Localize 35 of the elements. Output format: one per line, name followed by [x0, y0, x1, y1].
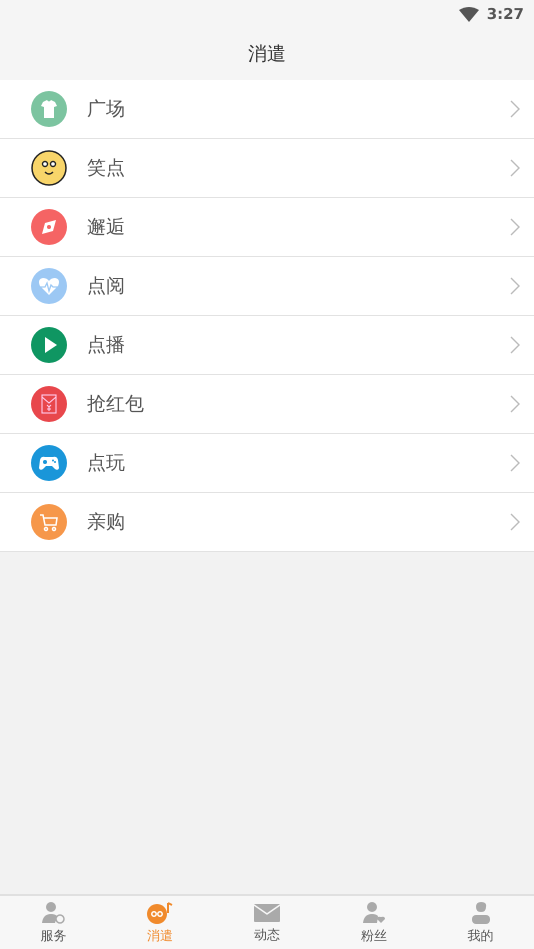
menu-item-label: 广场: [87, 97, 126, 122]
menu-item[interactable]: 点播: [0, 316, 534, 375]
user-heart-icon: [360, 900, 387, 924]
menu-item[interactable]: 笑点: [0, 139, 534, 198]
tab-item[interactable]: 粉丝: [320, 896, 428, 949]
menu-item[interactable]: 亲购: [0, 493, 534, 552]
tab-item[interactable]: 服务: [0, 896, 107, 949]
chevron-right-icon: [510, 336, 520, 354]
menu-item-label: 邂逅: [87, 215, 126, 240]
chevron-right-icon: [510, 395, 520, 413]
clock-time: 3:27: [486, 5, 524, 23]
menu-item-label: 亲购: [87, 510, 126, 535]
menu-item[interactable]: 抢红包: [0, 375, 534, 434]
menu-item[interactable]: 邂逅: [0, 198, 534, 257]
menu-item-label: 抢红包: [87, 392, 145, 417]
tab-item[interactable]: 动态: [214, 896, 320, 949]
chevron-right-icon: [510, 159, 520, 177]
page-title: 消遣: [248, 42, 286, 67]
chevron-right-icon: [510, 218, 520, 236]
menu-item[interactable]: 广场: [0, 80, 534, 139]
menu-item-label: 点阅: [87, 274, 126, 299]
chevron-right-icon: [510, 454, 520, 472]
menu-item-label: 点播: [87, 333, 126, 358]
tab-item[interactable]: 我的: [427, 896, 534, 949]
chevron-right-icon: [510, 100, 520, 118]
chevron-right-icon: [510, 513, 520, 531]
chevron-right-icon: [510, 277, 520, 295]
mail-icon: [252, 902, 281, 924]
disc-note-icon: [146, 900, 174, 924]
menu-item[interactable]: 点玩: [0, 434, 534, 493]
wifi-icon: [458, 6, 479, 22]
user-sync-icon: [40, 900, 66, 924]
menu-item-label: 点玩: [87, 451, 126, 476]
menu-item[interactable]: 点阅: [0, 257, 534, 316]
menu-item-label: 笑点: [87, 156, 126, 181]
